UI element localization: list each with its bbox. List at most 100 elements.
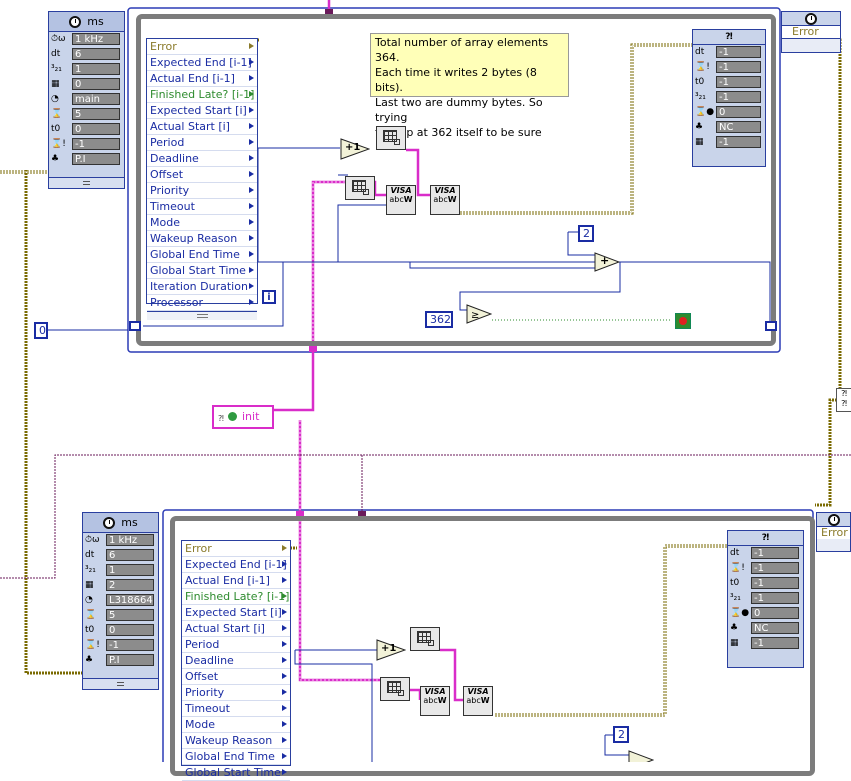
right-data-value[interactable]: NC (716, 121, 761, 133)
config-row[interactable]: ▦ 2 (83, 578, 158, 593)
config-row[interactable]: ◔ main (49, 92, 124, 107)
config-row[interactable]: ⌛ 5 (49, 107, 124, 122)
config-value[interactable]: 5 (72, 108, 120, 120)
config-value[interactable]: P.I (106, 654, 154, 666)
shift-register-left[interactable] (129, 321, 141, 331)
visa-write-function[interactable]: VISA abcW (420, 686, 450, 716)
visa-write-function[interactable]: VISA abcW (386, 185, 416, 215)
stop-value-constant[interactable]: 362 (425, 311, 453, 328)
right-data-row[interactable]: ³₂₁ -1 (728, 591, 803, 606)
visa-write-function[interactable]: VISA abcW (430, 185, 460, 215)
right-data-row[interactable]: ⌛! -1 (728, 561, 803, 576)
config-row[interactable]: ⏱ω 1 kHz (83, 533, 158, 548)
left-data-item[interactable]: Global End Time (147, 247, 257, 263)
config-row[interactable]: ⌛! -1 (49, 137, 124, 152)
node-resize-handle[interactable] (49, 177, 124, 188)
bottom-input-node[interactable]: ms ⏱ω 1 kHz dt 6 ³₂₁ 1 ▦ 2 ◔ L318664 ⌛ 5 t0 0 ⌛… (82, 512, 159, 690)
left-data-item[interactable]: Global Start Time (182, 765, 290, 781)
right-data-value[interactable]: -1 (751, 577, 799, 589)
right-data-row[interactable]: t0 -1 (728, 576, 803, 591)
left-data-item[interactable]: Priority (182, 685, 290, 701)
node-resize-handle[interactable] (782, 38, 840, 47)
right-data-row[interactable]: ³₂₁ -1 (693, 90, 765, 105)
config-row[interactable]: ³₂₁ 1 (49, 62, 124, 77)
config-value[interactable]: 1 kHz (106, 534, 154, 546)
left-data-item[interactable]: Deadline (147, 151, 257, 167)
left-data-item[interactable]: Actual Start [i] (147, 119, 257, 135)
config-row[interactable]: ♣ P.I (83, 653, 158, 668)
config-row[interactable]: dt 6 (83, 548, 158, 563)
add-function[interactable]: + (594, 252, 621, 272)
numeric-constant[interactable]: 2 (578, 225, 594, 242)
shift-register-right[interactable] (765, 321, 777, 331)
bottom-right-data-node[interactable]: ⁈ dt -1 ⌛! -1 t0 -1 ³₂₁ -1 ⌛● 0 ♣ NC ▦ -1 (727, 530, 804, 668)
left-data-item[interactable]: Period (147, 135, 257, 151)
config-row[interactable]: ◔ L318664 (83, 593, 158, 608)
right-data-value[interactable]: -1 (751, 562, 799, 574)
right-data-value[interactable]: NC (751, 622, 799, 634)
left-data-item[interactable]: Error (182, 541, 290, 557)
config-value[interactable]: P.I (72, 153, 120, 165)
config-value[interactable]: 6 (106, 549, 154, 561)
right-data-value[interactable]: 0 (716, 106, 761, 118)
left-data-item[interactable]: Global End Time (182, 749, 290, 765)
right-data-row[interactable]: ♣ NC (728, 621, 803, 636)
enum-constant[interactable]: ⁈ init (212, 405, 274, 429)
left-data-item[interactable]: Timeout (147, 199, 257, 215)
build-array-function[interactable] (376, 126, 406, 150)
right-data-value[interactable]: -1 (751, 547, 799, 559)
left-data-item[interactable]: Expected End [i-1] (147, 55, 257, 71)
config-value[interactable]: 1 (72, 63, 120, 75)
left-data-item[interactable]: Processor (147, 295, 257, 311)
left-data-item[interactable]: Priority (147, 183, 257, 199)
config-row[interactable]: t0 0 (83, 623, 158, 638)
left-data-item[interactable]: Actual End [i-1] (147, 71, 257, 87)
config-value[interactable]: 2 (106, 579, 154, 591)
top-input-node[interactable]: ms ⏱ω 1 kHz dt 6 ³₂₁ 1 ▦ 0 ◔ main ⌛ 5 t0 0 ⌛! -1… (48, 11, 125, 189)
add-function[interactable] (628, 750, 654, 762)
config-value[interactable]: 6 (72, 48, 120, 60)
right-data-row[interactable]: ▦ -1 (693, 135, 765, 150)
stop-condition-terminal[interactable] (675, 313, 691, 329)
top-error-output-node[interactable]: Error (781, 11, 841, 53)
config-value[interactable]: main (72, 93, 120, 105)
increment-function[interactable]: +1 (340, 138, 371, 160)
config-row[interactable]: ⌛ 5 (83, 608, 158, 623)
greater-or-equal-function[interactable]: ≥ (466, 304, 493, 324)
config-row[interactable]: ⏱ω 1 kHz (49, 32, 124, 47)
right-data-row[interactable]: ▦ -1 (728, 636, 803, 651)
left-data-item[interactable]: Timeout (182, 701, 290, 717)
left-data-item[interactable]: Expected Start [i] (182, 605, 290, 621)
right-data-row[interactable]: ⌛● 0 (728, 606, 803, 621)
increment-function[interactable]: +1 (376, 639, 407, 661)
left-data-item[interactable]: Wakeup Reason (182, 733, 290, 749)
right-data-row[interactable]: dt -1 (728, 546, 803, 561)
left-data-item[interactable]: Expected Start [i] (147, 103, 257, 119)
right-data-row[interactable]: t0 -1 (693, 75, 765, 90)
right-data-row[interactable]: dt -1 (693, 45, 765, 60)
right-data-value[interactable]: -1 (716, 136, 761, 148)
config-value[interactable]: 5 (106, 609, 154, 621)
node-resize-handle[interactable] (83, 678, 158, 689)
right-data-value[interactable]: -1 (751, 592, 799, 604)
left-data-item[interactable]: Iteration Duration (147, 279, 257, 295)
config-value[interactable]: 1 kHz (72, 33, 120, 45)
visa-write-function[interactable]: VISA abcW (463, 686, 493, 716)
config-row[interactable]: t0 0 (49, 122, 124, 137)
config-value[interactable]: 0 (72, 78, 120, 90)
config-value[interactable]: -1 (106, 639, 154, 651)
right-data-row[interactable]: ⌛● 0 (693, 105, 765, 120)
left-data-item[interactable]: Deadline (182, 653, 290, 669)
left-data-item[interactable]: Finished Late? [i-1] (182, 589, 290, 605)
left-data-item[interactable]: Offset (182, 669, 290, 685)
left-data-item[interactable]: Actual End [i-1] (182, 573, 290, 589)
right-data-value[interactable]: -1 (716, 46, 761, 58)
config-row[interactable]: ³₂₁ 1 (83, 563, 158, 578)
build-array-function[interactable] (345, 176, 375, 200)
left-data-item[interactable]: Actual Start [i] (182, 621, 290, 637)
node-resize-handle[interactable] (147, 311, 257, 320)
right-data-value[interactable]: -1 (716, 61, 761, 73)
initial-value-constant[interactable]: 0 (34, 322, 48, 339)
numeric-constant[interactable]: 2 (613, 726, 629, 743)
left-data-item[interactable]: Mode (182, 717, 290, 733)
